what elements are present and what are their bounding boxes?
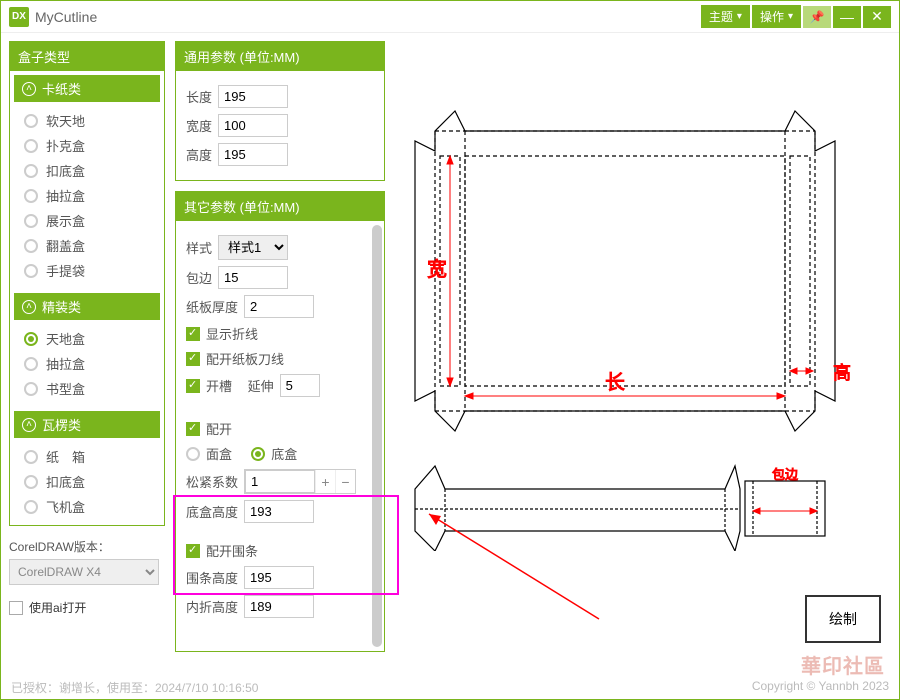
box-type-title: 盒子类型 [10, 42, 164, 71]
category-card[interactable]: ˄卡纸类 [14, 75, 160, 102]
wraph-input[interactable] [244, 566, 314, 589]
status-left: 已授权：谢增长，使用至：2024/7/10 10:16:50 [11, 679, 258, 695]
other-panel: 其它参数 (单位:MM) 样式样式1 包边 纸板厚度 显示折线 配开纸板刀线 开… [175, 191, 385, 652]
minimize-button[interactable]: — [833, 6, 861, 28]
box-type-panel: 盒子类型 ˄卡纸类 软天地 扑克盒 扣底盒 抽拉盒 展示盒 翻盖盒 手提袋 ˄精… [9, 41, 165, 526]
tension-plus[interactable]: + [315, 470, 335, 493]
scrollbar[interactable] [372, 225, 382, 647]
thickness-input[interactable] [244, 295, 314, 318]
other-title: 其它参数 (单位:MM) [176, 192, 384, 221]
wrap-check[interactable] [186, 544, 200, 558]
pointer-arrow [419, 509, 609, 629]
ai-label: 使用ai打开 [29, 599, 86, 616]
params-column: 通用参数 (单位:MM) 长度 宽度 高度 其它参数 (单位:MM) 样式样式1… [175, 41, 385, 667]
box-diagram: 长 宽 高 包边 [395, 71, 875, 551]
category-hard[interactable]: ˄精装类 [14, 293, 160, 320]
status-right: Copyright © Yannbh 2023 [752, 679, 889, 695]
theme-menu[interactable]: 主题▾ [701, 5, 750, 28]
length-input[interactable] [218, 85, 288, 108]
opt-flip[interactable]: 翻盖盒 [24, 233, 156, 258]
opt-soft[interactable]: 软天地 [24, 108, 156, 133]
tension-stepper[interactable]: + − [244, 469, 356, 494]
opt-snap[interactable]: 扣底盒 [24, 158, 156, 183]
opt-carton[interactable]: 纸 箱 [24, 444, 156, 469]
height-input[interactable] [218, 143, 288, 166]
opt-display[interactable]: 展示盒 [24, 208, 156, 233]
edge-input[interactable] [218, 266, 288, 289]
opt-poker[interactable]: 扑克盒 [24, 133, 156, 158]
close-button[interactable]: ✕ [863, 6, 891, 28]
topbox-radio[interactable] [186, 447, 200, 461]
pei-check[interactable] [186, 422, 200, 436]
dim-edge: 包边 [772, 467, 798, 482]
common-panel: 通用参数 (单位:MM) 长度 宽度 高度 [175, 41, 385, 181]
opt-aircraft[interactable]: 飞机盒 [24, 494, 156, 519]
status-bar: 已授权：谢增长，使用至：2024/7/10 10:16:50 Copyright… [1, 675, 899, 699]
dim-height: 高 [833, 363, 851, 383]
bottomh-input[interactable] [244, 500, 314, 523]
dim-length: 长 [605, 371, 625, 394]
sidebar: 盒子类型 ˄卡纸类 软天地 扑克盒 扣底盒 抽拉盒 展示盒 翻盖盒 手提袋 ˄精… [9, 41, 165, 667]
width-input[interactable] [218, 114, 288, 137]
opt-drawer[interactable]: 抽拉盒 [24, 183, 156, 208]
opt-drawer2[interactable]: 抽拉盒 [24, 351, 156, 376]
common-title: 通用参数 (单位:MM) [176, 42, 384, 71]
slot-ext-input[interactable] [280, 374, 320, 397]
draw-button[interactable]: 绘制 [805, 595, 881, 643]
category-corrugated[interactable]: ˄瓦楞类 [14, 411, 160, 438]
opt-snap2[interactable]: 扣底盒 [24, 469, 156, 494]
bottombox-radio[interactable] [251, 447, 265, 461]
style-select[interactable]: 样式1 [218, 235, 288, 260]
showfold-check[interactable] [186, 327, 200, 341]
slot-check[interactable] [186, 379, 200, 393]
app-title: MyCutline [35, 9, 97, 25]
operate-menu[interactable]: 操作▾ [752, 5, 801, 28]
dieline-check[interactable] [186, 352, 200, 366]
tension-minus[interactable]: − [335, 470, 355, 493]
ai-checkbox[interactable] [9, 601, 23, 615]
version-section: CorelDRAW版本： CorelDRAW X4 [9, 538, 165, 585]
app-logo: DX [9, 7, 29, 27]
opt-bag[interactable]: 手提袋 [24, 258, 156, 283]
foldh-input[interactable] [244, 595, 314, 618]
version-label: CorelDRAW版本： [9, 538, 165, 555]
version-select[interactable]: CorelDRAW X4 [9, 559, 159, 585]
pin-button[interactable]: 📌 [803, 6, 831, 28]
opt-book[interactable]: 书型盒 [24, 376, 156, 401]
watermark: 華印社區 [801, 650, 885, 679]
title-bar: DX MyCutline 主题▾ 操作▾ 📌 — ✕ [1, 1, 899, 33]
opt-lid[interactable]: 天地盒 [24, 326, 156, 351]
dim-width: 宽 [427, 258, 447, 281]
ai-open-row[interactable]: 使用ai打开 [9, 599, 165, 616]
